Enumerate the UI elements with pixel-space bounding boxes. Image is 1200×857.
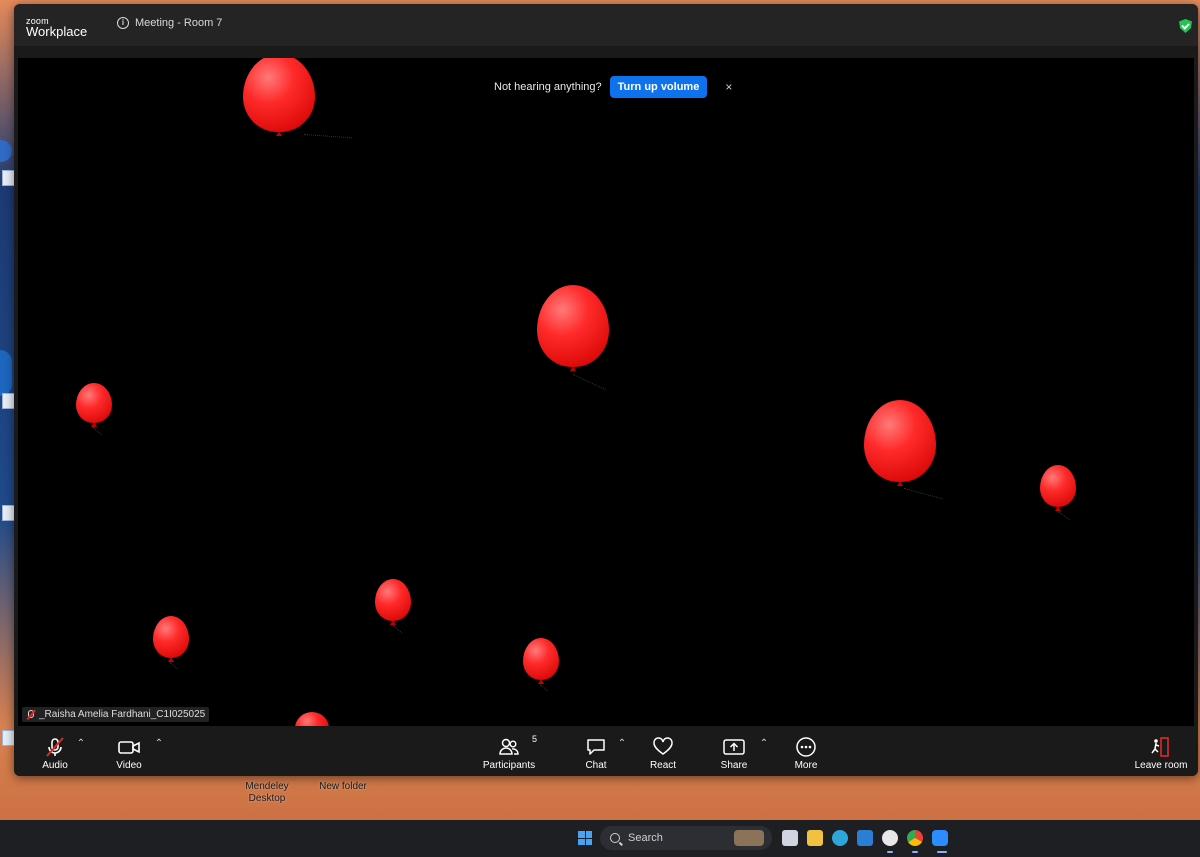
brand-big: Workplace (26, 24, 88, 39)
close-icon[interactable]: × (725, 80, 732, 94)
leave-room-label: Leave room (1134, 760, 1188, 771)
balloon (243, 58, 315, 132)
more-dots-icon (795, 736, 817, 758)
security-shield-icon[interactable] (1179, 19, 1192, 33)
mic-muted-icon (26, 709, 35, 720)
balloon-string (1057, 511, 1070, 520)
zoom-window: zoom Workplace i Meeting - Room 7 Not he… (14, 4, 1198, 776)
meeting-info[interactable]: i Meeting - Room 7 (117, 17, 222, 29)
video-options-chevron-icon[interactable]: ⌃ (153, 738, 165, 749)
running-indicator (912, 851, 918, 853)
balloon-string (903, 488, 943, 500)
balloon (76, 383, 112, 423)
search-icon (610, 833, 620, 843)
meeting-toolbar: Audio ⌃ Video ⌃ 5 Participants Chat ⌃ Re… (14, 730, 1198, 776)
balloon (537, 285, 609, 367)
balloon (523, 638, 559, 680)
zoom-logo: zoom Workplace (26, 16, 88, 39)
mic-muted-icon (44, 736, 66, 758)
heart-icon (652, 736, 674, 758)
react-label: React (649, 760, 677, 771)
title-bar: zoom Workplace i Meeting - Room 7 (14, 4, 1198, 46)
balloon (1040, 465, 1076, 507)
running-indicator (887, 851, 893, 853)
balloon (375, 579, 411, 621)
turn-up-volume-button[interactable]: Turn up volume (609, 76, 708, 98)
balloon (295, 712, 329, 726)
participants-icon: 5 (498, 734, 537, 758)
chat-label: Chat (585, 760, 607, 771)
info-icon[interactable]: i (117, 17, 129, 29)
chat-bubble-icon (585, 736, 607, 758)
vscode-icon[interactable] (857, 830, 873, 846)
balloon (153, 616, 189, 658)
audio-notice-text: Not hearing anything? (494, 81, 602, 93)
balloon-string (572, 374, 606, 391)
share-label: Share (720, 760, 748, 771)
chatgpt-icon[interactable] (882, 830, 898, 846)
desktop-icon-label[interactable]: New folder (308, 781, 378, 793)
search-label: Search (628, 832, 663, 844)
balloon-string (539, 684, 548, 692)
share-button[interactable]: Share (704, 736, 764, 771)
more-button[interactable]: More (776, 736, 836, 771)
edge-browser-icon[interactable] (832, 830, 848, 846)
taskbar-search-box[interactable]: Search (600, 826, 772, 850)
file-explorer-icon[interactable] (807, 830, 823, 846)
balloon-string (92, 427, 103, 436)
chrome-icon[interactable] (907, 830, 923, 846)
active-app-indicator (937, 851, 947, 853)
desktop-icon-fragment (0, 350, 12, 396)
balloon (864, 400, 936, 482)
audio-label: Audio (42, 760, 68, 771)
windows-start-icon[interactable] (578, 831, 592, 845)
video-button[interactable]: Video (99, 736, 159, 771)
leave-door-icon (1150, 736, 1172, 758)
share-screen-icon (722, 736, 746, 758)
participants-label: Participants (482, 760, 536, 771)
chat-options-chevron-icon[interactable]: ⌃ (616, 738, 628, 749)
meeting-title: Meeting - Room 7 (135, 17, 223, 29)
balloon-string (303, 134, 352, 139)
participant-name-tag: _Raisha Amelia Fardhani_C1I025025 (22, 707, 210, 722)
participant-name: _Raisha Amelia Fardhani_C1I025025 (39, 709, 206, 720)
video-stage: Not hearing anything? Turn up volume × _… (18, 58, 1194, 726)
balloon-string (169, 662, 178, 670)
audio-options-chevron-icon[interactable]: ⌃ (75, 738, 87, 749)
task-view-icon[interactable] (782, 830, 798, 846)
taskbar: Search (0, 820, 1200, 857)
leave-room-button[interactable]: Leave room (1131, 736, 1191, 771)
participants-count: 5 (532, 734, 538, 744)
participants-button[interactable]: 5 Participants (479, 734, 539, 771)
video-label: Video (116, 760, 142, 771)
search-highlight-image (734, 830, 764, 846)
zoom-app-icon[interactable] (932, 830, 948, 846)
video-camera-icon (117, 736, 141, 758)
desktop-icon-label[interactable]: Mendeley Desktop (232, 781, 302, 805)
share-options-chevron-icon[interactable]: ⌃ (758, 738, 770, 749)
audio-notice: Not hearing anything? Turn up volume × (494, 76, 732, 98)
balloon-string (392, 625, 403, 634)
more-label: More (794, 760, 818, 771)
desktop-icon-fragment (0, 140, 12, 162)
react-button[interactable]: React (633, 736, 693, 771)
